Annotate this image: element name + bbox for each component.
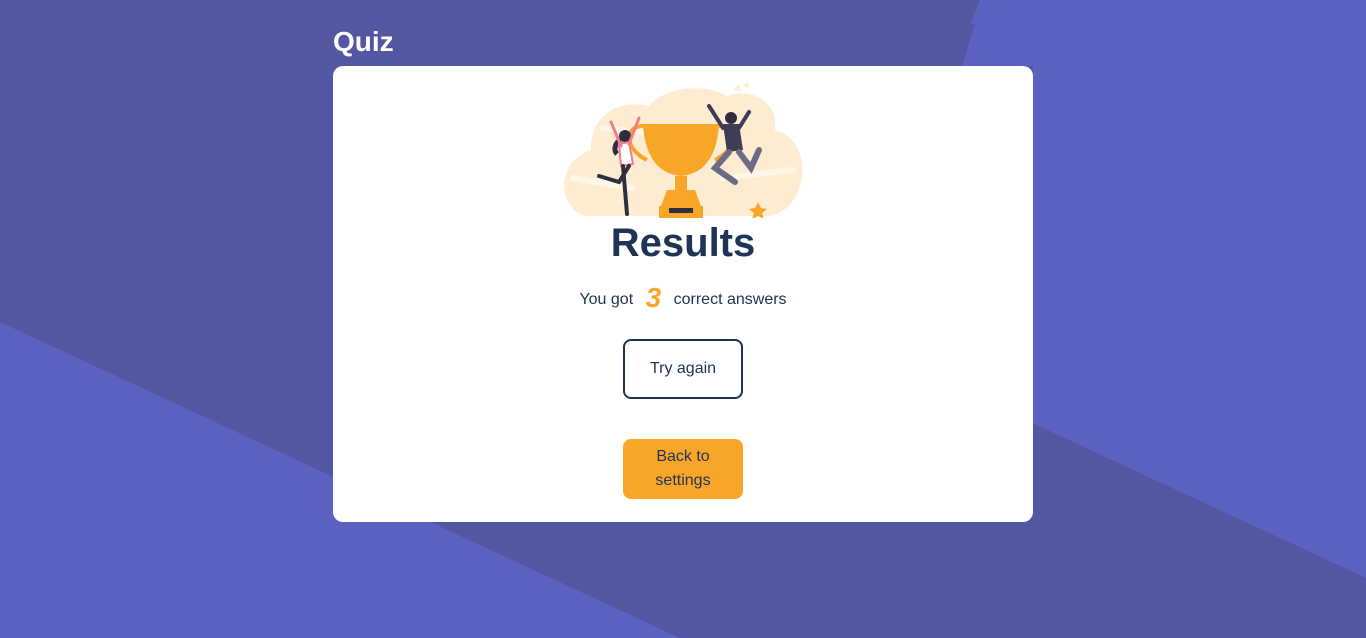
score-suffix: correct answers (673, 291, 787, 308)
trophy-celebration-illustration (564, 81, 803, 218)
app-title: Quiz (333, 26, 394, 57)
score-summary: You got 3 correct answers (333, 280, 1033, 318)
correct-answers-count: 3 (645, 282, 662, 313)
results-heading: Results (610, 221, 756, 265)
results-card: Results You got 3 correct answers Try ag… (333, 66, 1033, 522)
back-to-settings-button[interactable]: Back to settings (623, 439, 743, 499)
quiz-page: Quiz Results You got 3 correct answers T… (0, 0, 1366, 638)
score-prefix: You got (579, 291, 634, 308)
try-again-button[interactable]: Try again (623, 339, 743, 399)
